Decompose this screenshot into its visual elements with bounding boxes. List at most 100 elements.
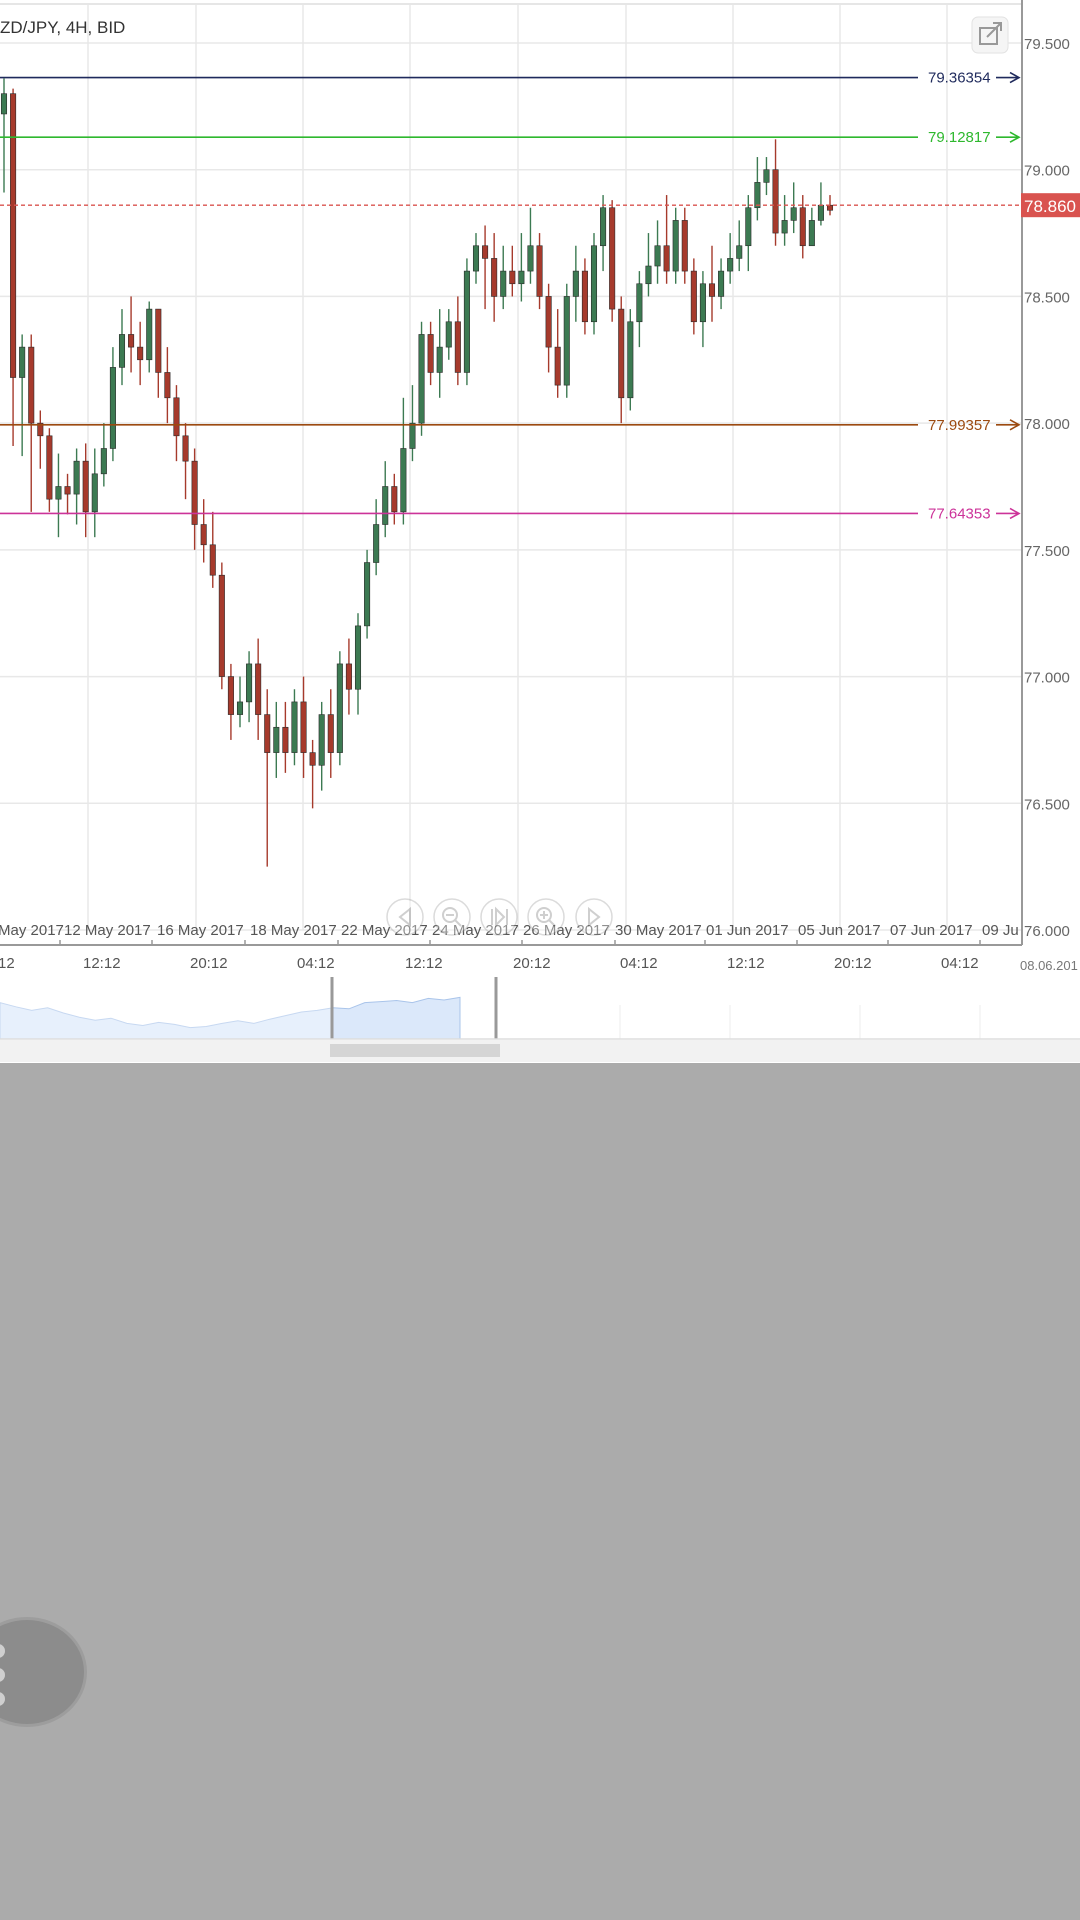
candle [491,233,498,322]
candle [0,78,8,193]
candle-body [264,714,271,753]
candle-body [663,245,670,272]
candle-body [627,321,634,399]
candle [699,271,706,348]
x-time-label: 20:12 [834,955,872,972]
candle-body [109,367,116,449]
candle-body [690,270,697,323]
navigator-mask [0,977,332,1039]
candle-body [681,220,688,272]
candle [454,296,461,386]
candle [28,334,35,512]
candle-body [218,574,225,677]
x-date-label: 16 May 2017 [157,922,244,939]
price-level-line[interactable]: 77.64353 [0,505,1021,522]
candle-body [772,169,779,234]
y-tick-label: 77.000 [1024,670,1070,687]
candle [618,296,625,424]
candle [500,245,507,310]
candle-body [790,207,797,221]
candle [590,233,598,335]
candle-body [200,524,207,546]
price-chart[interactable]: 79.36354 79.12817 77.99357 77.64353 78.860 7… [0,0,1080,1063]
candle [536,233,543,310]
more-menu-button[interactable] [0,1617,87,1727]
candle [336,651,343,766]
candle-body [155,308,162,373]
arrow-right-button[interactable] [575,898,613,936]
candle-body [581,270,588,323]
arrow-left-button[interactable] [386,898,424,936]
candle [418,321,425,436]
candle [718,258,725,310]
candle-body [82,460,89,513]
candle [109,347,116,462]
zoom-out-button[interactable] [433,898,471,936]
candle [654,220,661,284]
current-price-label: 78.860 [1024,197,1076,216]
candle-body [536,245,543,297]
candle [327,689,334,778]
scrollbar-thumb[interactable] [330,1044,500,1057]
candle-body [64,486,71,495]
candle-body [518,270,525,285]
popout-button[interactable] [971,16,1009,54]
candle [218,562,225,690]
candle [727,233,734,284]
candle [545,283,552,373]
candle-body [55,486,62,500]
level-label: 77.99357 [928,417,991,434]
x-date-label: 12 May 2017 [64,922,151,939]
candle-body [826,204,834,211]
candle-body [345,663,352,690]
skip-to-end-button[interactable] [480,898,518,936]
candle [745,195,752,272]
candle [291,689,298,766]
candle [436,309,443,398]
candle-body [618,308,625,399]
chart-panel[interactable]: 79.36354 79.12817 77.99357 77.64353 78.860 7… [0,0,1080,1063]
price-level-line[interactable]: 79.12817 [0,129,1021,146]
zoom-in-button[interactable] [527,898,565,936]
candle [382,461,389,538]
nav-button-circle [575,898,613,936]
y-tick-label: 79.000 [1024,163,1070,180]
candle-body [708,283,716,297]
candle-body [672,220,679,272]
candle-body [91,473,98,513]
candle-body [427,334,434,373]
candle [736,220,743,272]
candle-body [373,524,380,563]
x-date-label: 30 May 2017 [615,922,702,939]
nav-button-circle [480,898,518,936]
candle [463,258,470,386]
x-time-label: 04:12 [297,955,335,972]
candle [155,308,162,398]
candle-body [509,270,516,285]
candle [563,283,570,398]
candle [708,245,716,322]
candle-body [554,346,561,386]
price-level-line[interactable]: 77.99357 [0,417,1021,434]
candle-body [391,486,398,513]
x-time-label: 12:12 [83,955,121,972]
candle-body [164,372,171,399]
candle-body [182,435,189,462]
more-vertical-icon-dot [0,1668,5,1682]
candle [236,676,244,728]
x-date-label: 05 Jun 2017 [798,922,881,939]
candle [636,271,643,348]
candle [146,301,153,373]
candle-body [808,220,815,247]
x-date-label: 18 May 2017 [250,922,337,939]
candle-body [500,270,507,297]
candle-body [309,752,316,766]
level-label: 79.12817 [928,129,991,146]
candle [600,195,607,272]
price-level-line[interactable]: 79.36354 [0,70,1021,87]
candle-body [236,701,244,715]
x-time-label: 04:12 [941,955,979,972]
candle-body [327,714,334,753]
level-label: 79.36354 [928,70,991,87]
candle [64,473,71,515]
